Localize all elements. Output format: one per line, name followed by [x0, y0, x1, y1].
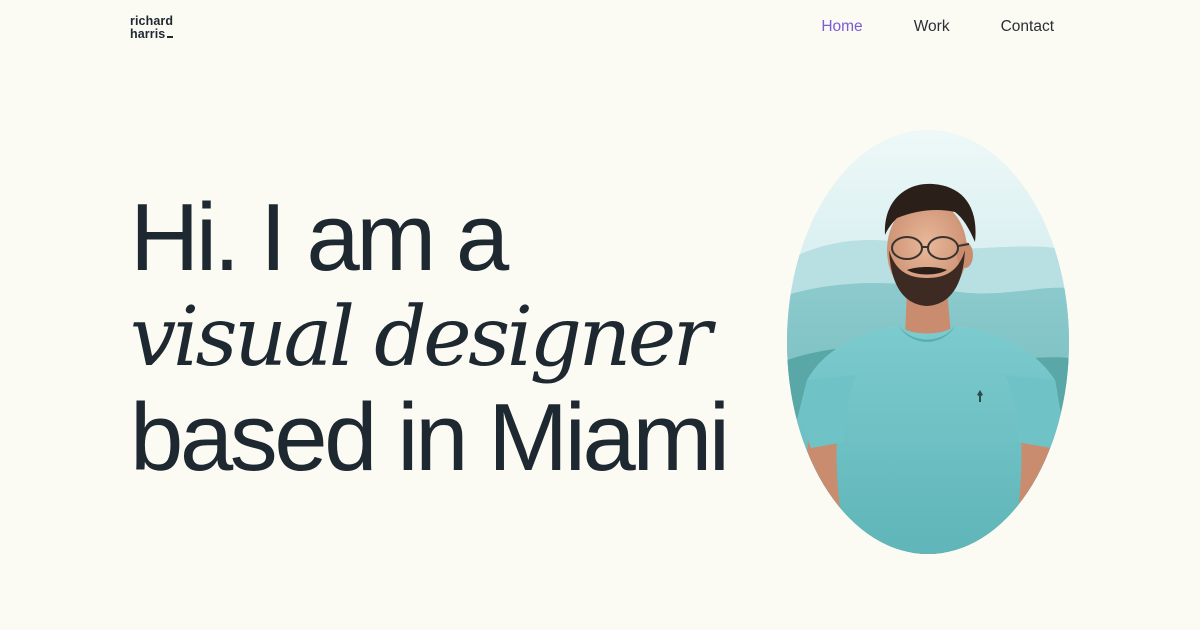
nav-contact-link[interactable]: Contact: [1001, 16, 1054, 38]
hero-headline: Hi. I am a visual designer based in Miam…: [130, 184, 730, 491]
portrait-illustration: [787, 130, 1069, 554]
portrait-photo: [787, 130, 1069, 554]
logo-underscore-mark: [167, 35, 174, 38]
hero-line-1: Hi. I am a: [130, 184, 509, 291]
site-logo[interactable]: richard harris: [130, 15, 190, 40]
logo-line-2-text: harris: [130, 26, 166, 41]
logo-line-2: harris: [130, 26, 190, 41]
hero-line-3: based in Miami: [130, 384, 730, 491]
nav-work-link[interactable]: Work: [914, 16, 950, 38]
hero-line-2: visual designer: [130, 290, 712, 385]
nav-home-link[interactable]: Home: [821, 16, 862, 38]
main-nav: Home Work Contact: [821, 16, 1054, 38]
